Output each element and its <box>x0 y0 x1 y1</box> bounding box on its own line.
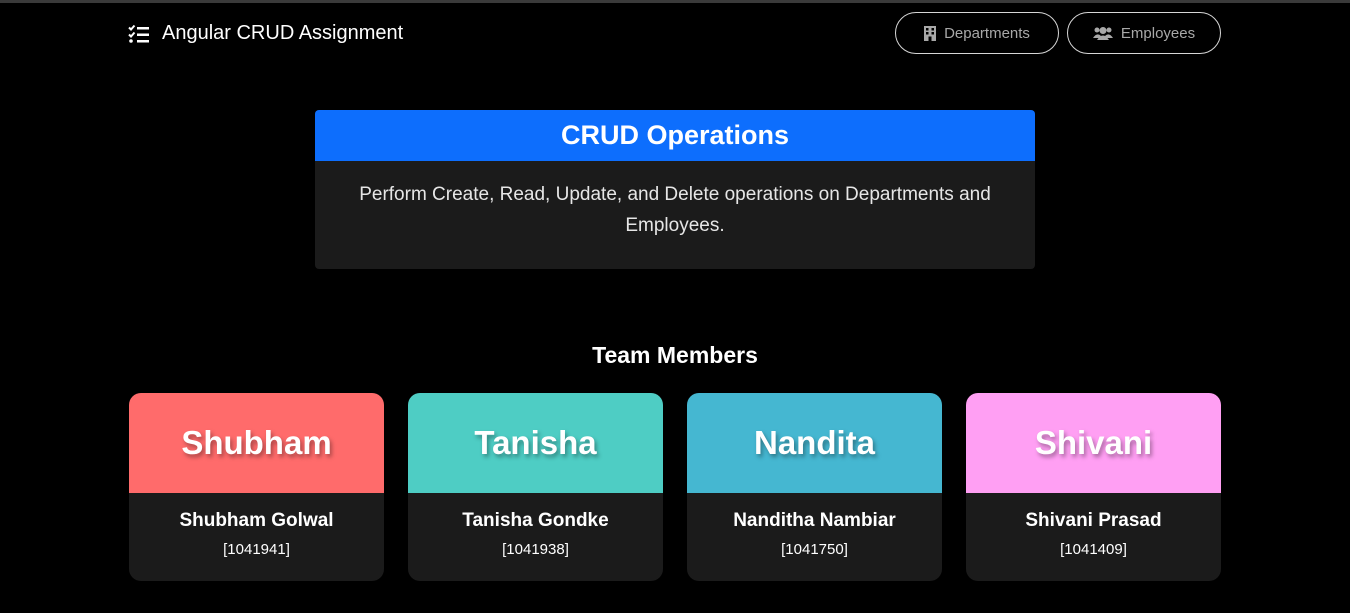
building-icon <box>924 25 937 41</box>
brand[interactable]: Angular CRUD Assignment <box>128 22 403 45</box>
crud-description-line-2: Employees. <box>625 215 725 236</box>
member-id: [1041750] <box>781 541 848 558</box>
employees-button-label: Employees <box>1120 24 1196 42</box>
member-first-name: Tanisha <box>408 393 663 493</box>
crud-description-line-1: Perform Create, Read, Update, and Delete… <box>359 184 991 205</box>
departments-button[interactable]: Departments <box>895 12 1059 54</box>
users-icon <box>1092 27 1113 40</box>
navbar: Angular CRUD Assignment Departments Empl… <box>0 3 1350 65</box>
member-full-name: Tanisha Gondke <box>462 510 609 531</box>
member-card: Shubham Shubham Golwal [1041941] <box>129 393 384 581</box>
member-first-name: Shivani <box>966 393 1221 493</box>
member-card: Shivani Shivani Prasad [1041409] <box>966 393 1221 581</box>
team-members-heading: Team Members <box>592 342 758 368</box>
member-id: [1041941] <box>223 541 290 558</box>
crud-card-title: CRUD Operations <box>315 110 1035 161</box>
tasks-list-icon <box>128 24 149 43</box>
member-id: [1041409] <box>1060 541 1127 558</box>
brand-title: Angular CRUD Assignment <box>162 22 404 44</box>
employees-button[interactable]: Employees <box>1067 12 1221 54</box>
crud-operations-card: CRUD Operations Perform Create, Read, Up… <box>315 110 1035 269</box>
member-first-name: Nandita <box>687 393 942 493</box>
member-card: Nandita Nanditha Nambiar [1041750] <box>687 393 942 581</box>
member-full-name: Shivani Prasad <box>1025 510 1162 531</box>
member-full-name: Nanditha Nambiar <box>733 510 896 531</box>
crud-card-description: Perform Create, Read, Update, and Delete… <box>315 161 1035 241</box>
member-full-name: Shubham Golwal <box>179 510 334 531</box>
member-first-name: Shubham <box>129 393 384 493</box>
departments-button-label: Departments <box>944 24 1030 42</box>
member-card: Tanisha Tanisha Gondke [1041938] <box>408 393 663 581</box>
member-id: [1041938] <box>502 541 569 558</box>
